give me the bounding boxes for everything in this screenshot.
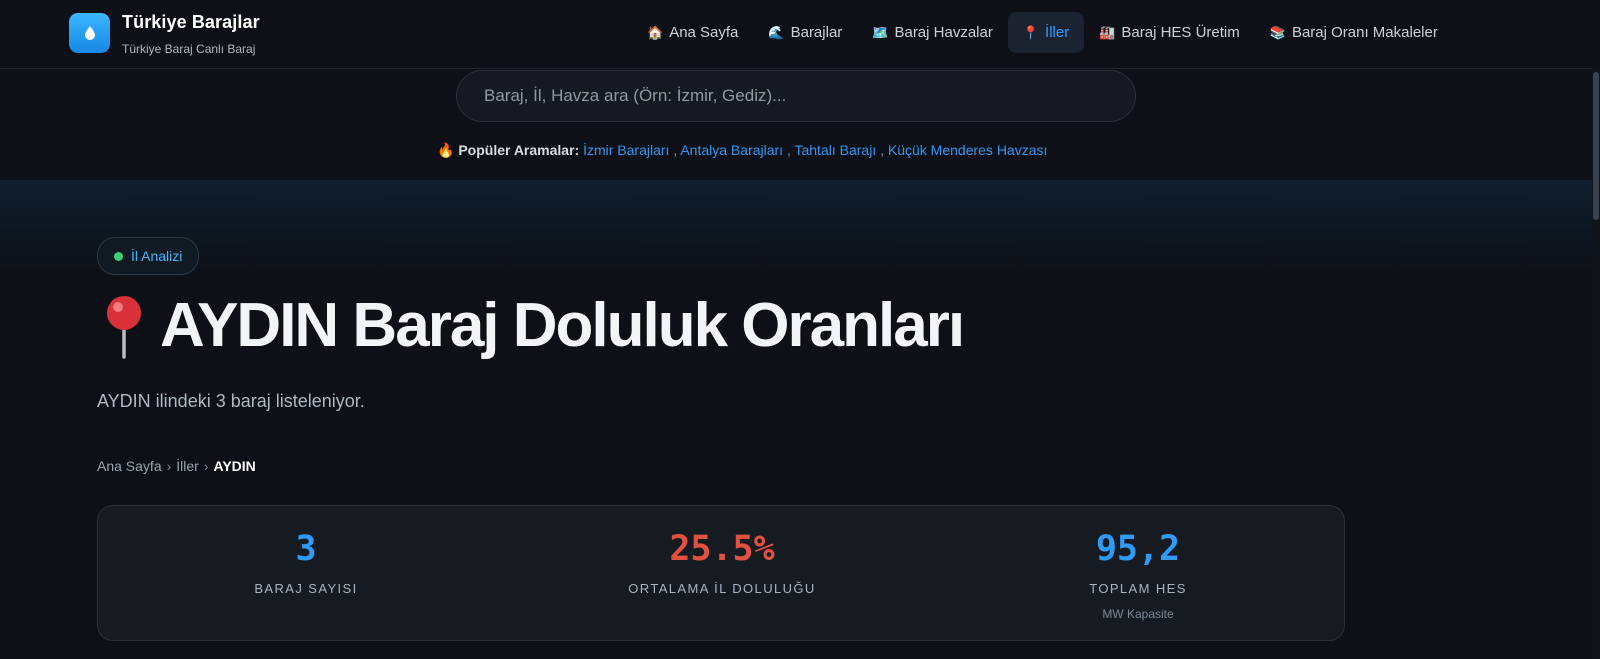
map-icon: 🗺️: [872, 24, 889, 40]
stats-panel: 3 BARAJ SAYISI 25.5% ORTALAMA İL DOLULUĞ…: [97, 505, 1345, 641]
top-navbar: Türkiye Barajlar Türkiye Baraj Canlı Bar…: [0, 0, 1600, 69]
books-icon: 📚: [1269, 24, 1286, 40]
breadcrumb-current: AYDIN: [213, 458, 256, 474]
page-description: AYDIN ilindeki 3 baraj listeleniyor.: [97, 391, 365, 411]
stat-value: 3: [295, 529, 317, 569]
site-subtitle: Türkiye Baraj Canlı Baraj: [122, 42, 256, 56]
breadcrumb: Ana Sayfa › İller › AYDIN: [97, 458, 256, 474]
status-dot: [114, 251, 123, 261]
popular-searches-label: Popüler Aramalar:: [458, 142, 580, 158]
nav-item-label: Baraj HES Üretim: [1121, 24, 1240, 41]
stat-value: 25.5%: [669, 529, 775, 569]
pushpin-icon: [107, 295, 141, 359]
nav-item-baraj-havzalar[interactable]: 🗺️ Baraj Havzalar: [857, 12, 1008, 53]
breadcrumb-home[interactable]: Ana Sayfa: [97, 458, 162, 474]
hero-background: [0, 180, 1600, 270]
badge-label: İl Analizi: [131, 248, 183, 264]
popular-link-tahtali[interactable]: Tahtalı Barajı: [794, 142, 876, 158]
stat-value: 95,2: [1095, 529, 1181, 569]
popular-link-kucuk-menderes[interactable]: Küçük Menderes Havzası: [888, 142, 1048, 158]
stat-note: MW Kapasite: [1102, 607, 1174, 621]
search-input[interactable]: [456, 70, 1136, 122]
nav-item-label: İller: [1045, 24, 1070, 41]
nav-item-label: Baraj Oranı Makaleler: [1291, 24, 1438, 41]
stat-label: ORTALAMA İL DOLULUĞU: [628, 581, 816, 596]
nav-item-makaleler[interactable]: 📚 Baraj Oranı Makaleler: [1255, 12, 1453, 53]
factory-icon: 🏭: [1099, 24, 1116, 40]
breadcrumb-iller[interactable]: İller: [176, 458, 199, 474]
page-title-text: AYDIN Baraj Doluluk Oranları: [160, 291, 965, 360]
nav-item-baraj-hes-uretim[interactable]: 🏭 Baraj HES Üretim: [1084, 12, 1255, 53]
nav-item-iller[interactable]: 📍 İller: [1007, 12, 1085, 53]
house-icon: 🏠: [647, 24, 664, 40]
nav-item-label: Ana Sayfa: [669, 24, 739, 41]
stat-ortalama-doluluk: 25.5% ORTALAMA İL DOLULUĞU: [514, 506, 930, 642]
stat-label: BARAJ SAYISI: [254, 581, 358, 596]
chevron-right-icon: ›: [203, 458, 209, 474]
logo[interactable]: [69, 13, 110, 53]
page-title: AYDIN Baraj Doluluk Oranları: [100, 290, 965, 361]
il-analizi-badge: İl Analizi: [97, 237, 200, 275]
nav-item-barajlar[interactable]: 🌊 Barajlar: [753, 12, 857, 53]
nav-item-label: Barajlar: [790, 24, 843, 41]
main-nav: 🏠 Ana Sayfa 🌊 Barajlar 🗺️ Baraj Havzalar…: [632, 12, 1453, 53]
stat-label: TOPLAM HES: [1089, 581, 1187, 596]
stat-toplam-hes: 95,2 TOPLAM HES MW Kapasite: [930, 506, 1346, 642]
site-title[interactable]: Türkiye Barajlar: [122, 12, 260, 33]
stat-baraj-sayisi: 3 BARAJ SAYISI: [98, 506, 514, 642]
scrollbar-thumb[interactable]: [1593, 72, 1599, 220]
nav-item-label: Baraj Havzalar: [894, 24, 993, 41]
chevron-right-icon: ›: [166, 458, 172, 474]
water-drop-icon: [84, 26, 95, 40]
pin-icon: 📍: [1022, 24, 1040, 40]
wave-icon: 🌊: [768, 24, 785, 40]
popular-searches: 🔥 Popüler Aramalar: İzmir Barajları , An…: [437, 142, 1048, 158]
popular-link-izmir[interactable]: İzmir Barajları: [583, 142, 669, 158]
fire-icon: 🔥: [437, 142, 455, 158]
nav-item-ana-sayfa[interactable]: 🏠 Ana Sayfa: [632, 12, 753, 53]
popular-link-antalya[interactable]: Antalya Barajları: [680, 142, 783, 158]
